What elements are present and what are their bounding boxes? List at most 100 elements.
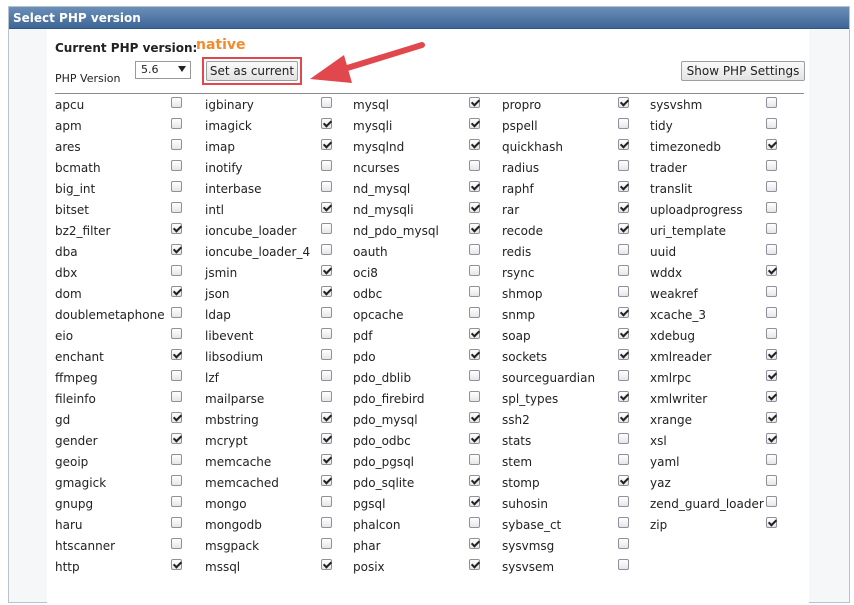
extension-checkbox[interactable] bbox=[766, 328, 777, 339]
extension-checkbox[interactable] bbox=[469, 181, 480, 192]
extension-checkbox[interactable] bbox=[469, 349, 480, 360]
extension-checkbox[interactable] bbox=[469, 265, 480, 276]
extension-checkbox[interactable] bbox=[618, 412, 629, 423]
extension-checkbox[interactable] bbox=[321, 517, 332, 528]
extension-checkbox[interactable] bbox=[469, 454, 480, 465]
extension-checkbox[interactable] bbox=[766, 349, 777, 360]
extension-checkbox[interactable] bbox=[469, 370, 480, 381]
extension-checkbox[interactable] bbox=[766, 139, 777, 150]
extension-checkbox[interactable] bbox=[469, 475, 480, 486]
extension-checkbox[interactable] bbox=[618, 454, 629, 465]
extension-checkbox[interactable] bbox=[321, 223, 332, 234]
extension-checkbox[interactable] bbox=[171, 223, 182, 234]
extension-checkbox[interactable] bbox=[766, 265, 777, 276]
extension-checkbox[interactable] bbox=[321, 328, 332, 339]
extension-checkbox[interactable] bbox=[618, 328, 629, 339]
extension-checkbox[interactable] bbox=[766, 412, 777, 423]
extension-checkbox[interactable] bbox=[618, 286, 629, 297]
extension-checkbox[interactable] bbox=[766, 370, 777, 381]
extension-checkbox[interactable] bbox=[618, 475, 629, 486]
extension-checkbox[interactable] bbox=[469, 286, 480, 297]
extension-checkbox[interactable] bbox=[171, 349, 182, 360]
extension-checkbox[interactable] bbox=[321, 202, 332, 213]
extension-checkbox[interactable] bbox=[766, 391, 777, 402]
extension-checkbox[interactable] bbox=[618, 517, 629, 528]
extension-checkbox[interactable] bbox=[469, 538, 480, 549]
extension-checkbox[interactable] bbox=[321, 370, 332, 381]
extension-checkbox[interactable] bbox=[618, 370, 629, 381]
extension-checkbox[interactable] bbox=[766, 97, 777, 108]
extension-checkbox[interactable] bbox=[171, 97, 182, 108]
extension-checkbox[interactable] bbox=[618, 433, 629, 444]
extension-checkbox[interactable] bbox=[766, 307, 777, 318]
extension-checkbox[interactable] bbox=[766, 181, 777, 192]
extension-checkbox[interactable] bbox=[766, 244, 777, 255]
extension-checkbox[interactable] bbox=[321, 139, 332, 150]
extension-checkbox[interactable] bbox=[618, 181, 629, 192]
show-php-settings-button[interactable]: Show PHP Settings bbox=[681, 61, 805, 81]
set-as-current-button[interactable]: Set as current bbox=[206, 61, 298, 81]
extension-checkbox[interactable] bbox=[321, 181, 332, 192]
extension-checkbox[interactable] bbox=[618, 202, 629, 213]
extension-checkbox[interactable] bbox=[469, 244, 480, 255]
extension-checkbox[interactable] bbox=[469, 517, 480, 528]
extension-checkbox[interactable] bbox=[321, 160, 332, 171]
extension-checkbox[interactable] bbox=[469, 223, 480, 234]
extension-checkbox[interactable] bbox=[171, 139, 182, 150]
extension-checkbox[interactable] bbox=[618, 391, 629, 402]
extension-checkbox[interactable] bbox=[171, 475, 182, 486]
extension-checkbox[interactable] bbox=[469, 412, 480, 423]
extension-checkbox[interactable] bbox=[321, 412, 332, 423]
extension-checkbox[interactable] bbox=[618, 118, 629, 129]
extension-checkbox[interactable] bbox=[321, 244, 332, 255]
extension-checkbox[interactable] bbox=[321, 349, 332, 360]
extension-checkbox[interactable] bbox=[618, 538, 629, 549]
extension-checkbox[interactable] bbox=[766, 496, 777, 507]
extension-checkbox[interactable] bbox=[171, 118, 182, 129]
extension-checkbox[interactable] bbox=[321, 118, 332, 129]
extension-checkbox[interactable] bbox=[618, 496, 629, 507]
extension-checkbox[interactable] bbox=[321, 475, 332, 486]
extension-checkbox[interactable] bbox=[321, 391, 332, 402]
extension-checkbox[interactable] bbox=[171, 517, 182, 528]
extension-checkbox[interactable] bbox=[321, 496, 332, 507]
extension-checkbox[interactable] bbox=[171, 244, 182, 255]
extension-checkbox[interactable] bbox=[171, 181, 182, 192]
extension-checkbox[interactable] bbox=[618, 349, 629, 360]
extension-checkbox[interactable] bbox=[321, 307, 332, 318]
extension-checkbox[interactable] bbox=[469, 202, 480, 213]
extension-checkbox[interactable] bbox=[469, 307, 480, 318]
extension-checkbox[interactable] bbox=[321, 286, 332, 297]
extension-checkbox[interactable] bbox=[766, 202, 777, 213]
extension-checkbox[interactable] bbox=[321, 538, 332, 549]
extension-checkbox[interactable] bbox=[171, 454, 182, 465]
extension-checkbox[interactable] bbox=[171, 265, 182, 276]
extension-checkbox[interactable] bbox=[171, 307, 182, 318]
extension-checkbox[interactable] bbox=[321, 559, 332, 570]
extension-checkbox[interactable] bbox=[321, 97, 332, 108]
extension-checkbox[interactable] bbox=[766, 286, 777, 297]
extension-checkbox[interactable] bbox=[618, 559, 629, 570]
extension-checkbox[interactable] bbox=[171, 496, 182, 507]
extension-checkbox[interactable] bbox=[766, 160, 777, 171]
extension-checkbox[interactable] bbox=[618, 160, 629, 171]
extension-checkbox[interactable] bbox=[469, 118, 480, 129]
extension-checkbox[interactable] bbox=[171, 328, 182, 339]
extension-checkbox[interactable] bbox=[618, 307, 629, 318]
extension-checkbox[interactable] bbox=[171, 286, 182, 297]
extension-checkbox[interactable] bbox=[469, 559, 480, 570]
php-version-select[interactable]: 5.6 bbox=[135, 61, 191, 79]
extension-checkbox[interactable] bbox=[469, 391, 480, 402]
extension-checkbox[interactable] bbox=[766, 475, 777, 486]
extension-checkbox[interactable] bbox=[469, 160, 480, 171]
extension-checkbox[interactable] bbox=[171, 370, 182, 381]
extension-checkbox[interactable] bbox=[171, 538, 182, 549]
extension-checkbox[interactable] bbox=[766, 118, 777, 129]
extension-checkbox[interactable] bbox=[618, 139, 629, 150]
extension-checkbox[interactable] bbox=[469, 433, 480, 444]
extension-checkbox[interactable] bbox=[321, 265, 332, 276]
extension-checkbox[interactable] bbox=[171, 559, 182, 570]
extension-checkbox[interactable] bbox=[469, 139, 480, 150]
extension-checkbox[interactable] bbox=[766, 433, 777, 444]
extension-checkbox[interactable] bbox=[171, 160, 182, 171]
